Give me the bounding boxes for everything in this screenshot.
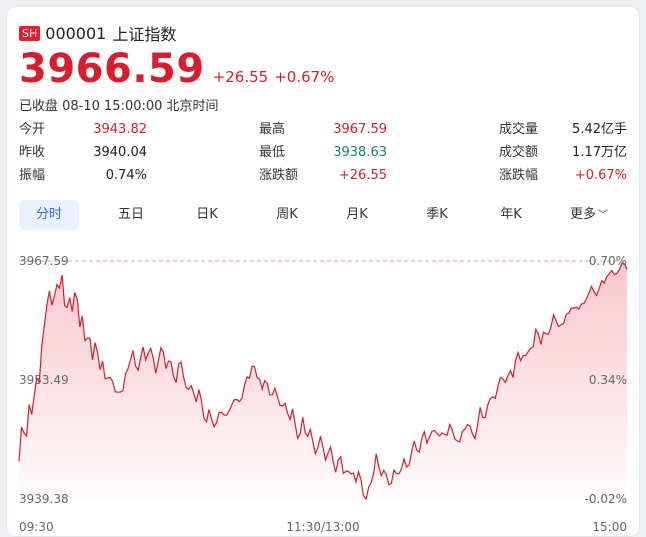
stat-1: 最高 3967.59 bbox=[259, 122, 387, 138]
tab-label: 月K bbox=[346, 207, 368, 222]
tab-1[interactable]: 五日 bbox=[101, 200, 161, 230]
stat-7: 涨跌额 +26.55 bbox=[259, 168, 387, 184]
chevron-down-icon: ﹀ bbox=[598, 210, 608, 221]
stat-4: 最低 3938.63 bbox=[259, 145, 387, 161]
stat-value: 3940.04 bbox=[93, 145, 147, 160]
stat-label: 成交额 bbox=[499, 145, 539, 160]
x-tick: 09:30 bbox=[19, 520, 54, 534]
current-price: 3966.59 bbox=[19, 46, 205, 92]
stat-6: 振幅 0.74% bbox=[19, 168, 147, 184]
stat-label: 成交量 bbox=[499, 122, 539, 137]
price-change: +26.55 bbox=[212, 68, 269, 86]
tab-label: 周K bbox=[276, 207, 298, 222]
intraday-chart[interactable]: 3967.59 3953.49 3939.38 0.70% 0.34% -0.02% 09:… bbox=[7, 241, 640, 537]
tab-5[interactable]: 季K bbox=[407, 200, 467, 230]
x-tick: 11:30/13:00 bbox=[286, 520, 359, 534]
stat-label: 昨收 bbox=[19, 145, 46, 160]
stat-label: 振幅 bbox=[19, 168, 46, 183]
stat-value: +0.67% bbox=[574, 168, 627, 183]
stat-3: 昨收 3940.04 bbox=[19, 145, 147, 161]
y-right-tick: -0.02% bbox=[585, 492, 627, 506]
y-right-tick: 0.70% bbox=[589, 254, 627, 268]
tab-2[interactable]: 日K bbox=[177, 200, 237, 230]
market-badge: SH bbox=[19, 25, 41, 41]
y-right-tick: 0.34% bbox=[589, 373, 627, 387]
stat-label: 最高 bbox=[259, 122, 286, 137]
stat-8: 涨跌幅 +0.67% bbox=[499, 168, 627, 184]
quote-header: SH 000001 上证指数 bbox=[19, 21, 176, 45]
period-tabs: 分时 五日 日K 周K 月K 季K 年K 更多 ﹀ bbox=[19, 200, 629, 230]
tab-label: 日K bbox=[196, 207, 218, 222]
stat-value: 3938.63 bbox=[333, 145, 387, 160]
tab-3[interactable]: 周K bbox=[257, 200, 317, 230]
tab-0[interactable]: 分时 bbox=[19, 200, 79, 230]
tab-label: 五日 bbox=[117, 207, 144, 222]
stat-2: 成交量 5.42亿手 bbox=[499, 122, 627, 138]
stat-value: +26.55 bbox=[338, 168, 387, 183]
price-row: 3966.59 +26.55 +0.67% bbox=[19, 47, 334, 91]
stat-label: 最低 bbox=[259, 145, 286, 160]
stat-value: 0.74% bbox=[105, 168, 147, 183]
x-tick: 15:00 bbox=[592, 520, 627, 534]
stat-value: 3967.59 bbox=[333, 122, 387, 137]
tab-label: 季K bbox=[426, 207, 448, 222]
tab-label: 更多 bbox=[569, 207, 596, 222]
quote-card: SH 000001 上证指数 3966.59 +26.55 +0.67% 已收盘… bbox=[6, 6, 640, 537]
tab-label: 分时 bbox=[35, 207, 62, 222]
tab-4[interactable]: 月K bbox=[327, 200, 387, 230]
stat-value: 1.17万亿 bbox=[572, 145, 627, 160]
y-left-tick: 3967.59 bbox=[19, 254, 69, 268]
tab-7[interactable]: 更多 ﹀ bbox=[559, 200, 619, 230]
stat-5: 成交额 1.17万亿 bbox=[499, 145, 627, 161]
price-change-pct: +0.67% bbox=[274, 68, 335, 86]
stat-label: 涨跌幅 bbox=[499, 168, 539, 183]
stat-value: 3943.82 bbox=[93, 122, 147, 137]
stock-code: 000001 bbox=[45, 23, 107, 43]
market-status: 已收盘 08-10 15:00:00 北京时间 bbox=[19, 99, 219, 114]
stat-0: 今开 3943.82 bbox=[19, 122, 147, 138]
tab-6[interactable]: 年K bbox=[481, 200, 541, 230]
price-area bbox=[19, 263, 627, 499]
stock-name: 上证指数 bbox=[112, 25, 177, 44]
stat-label: 涨跌额 bbox=[259, 168, 299, 183]
y-left-tick: 3953.49 bbox=[19, 373, 69, 387]
stat-label: 今开 bbox=[19, 122, 46, 137]
stat-value: 5.42亿手 bbox=[572, 122, 627, 137]
y-left-tick: 3939.38 bbox=[19, 492, 69, 506]
tab-label: 年K bbox=[500, 207, 522, 222]
